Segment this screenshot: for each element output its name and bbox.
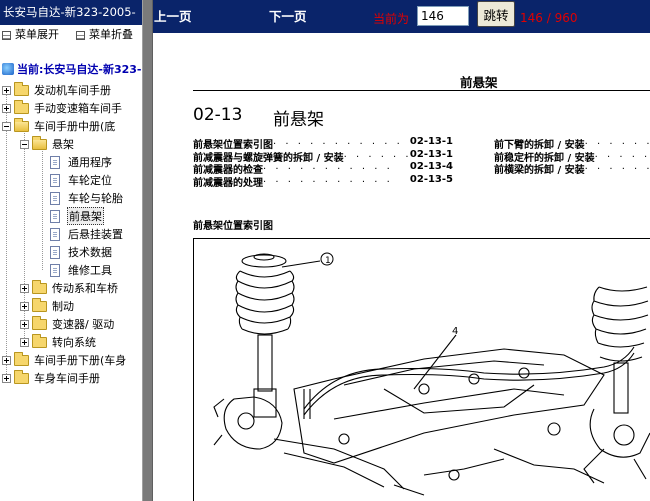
tree-item-label: 后悬挂装置 [68,228,123,241]
expand-plus-icon[interactable] [2,103,11,113]
tree-item-label: 车间手册下册(车身 [34,354,127,367]
menu-list-icon [76,30,85,40]
toc-dot-leader: . . . . . . . . [584,161,650,172]
globe-icon [2,62,14,75]
expand-plus-icon[interactable] [2,85,11,95]
tree-item-label: 发动机车间手册 [34,84,111,97]
document-page-icon [50,155,60,169]
navigation-bar: 上一页 下一页 当前为 跳转 146 / 960 [153,0,650,33]
expand-menu-button[interactable]: 菜单展开 [2,26,59,44]
tree-item-label: 车身车间手册 [34,372,100,385]
header-rule [193,90,650,91]
expand-plus-icon[interactable] [20,283,29,293]
toc-dot-leader: . . . . . . . . . . . [263,173,393,185]
tree-folder-item[interactable]: 悬架 [20,135,75,153]
tree-item-label: 维修工具 [68,264,112,277]
tree-page-item[interactable]: 车轮与轮胎 [38,189,124,207]
folder-icon [32,315,47,330]
tree-folder-item[interactable]: 变速器/ 驱动 [20,315,115,333]
tree-folder-item[interactable]: 转向系统 [20,333,97,351]
callout-number-1: 1 [325,256,331,266]
collapse-menu-button[interactable]: 菜单折叠 [76,26,133,44]
callout-number-4: 4 [452,326,458,337]
collapse-minus-icon[interactable] [2,121,11,131]
tree-folder-item[interactable]: 车间手册下册(车身 [2,351,127,369]
tree-folder-item[interactable]: 发动机车间手册 [2,81,112,99]
page-count: 146 / 960 [520,11,578,25]
folder-icon [32,297,47,312]
expand-plus-icon[interactable] [20,301,29,311]
expand-menu-label: 菜单展开 [15,28,59,41]
tree-page-item[interactable]: 后悬挂装置 [38,225,124,243]
document-page-icon [50,191,60,205]
tree-item-label: 技术数据 [68,246,112,259]
next-page-link[interactable]: 下一页 [269,6,307,25]
document-page-icon [50,173,60,187]
document-page-icon [50,245,60,259]
toc-entry[interactable]: 前减震器的处理 . . . . . . . . . . . 02-13-5 [193,174,453,189]
tree-folder-item[interactable]: 传动系和车桥 [20,279,119,297]
tree-folder-item[interactable]: 手动变速箱车间手 [2,99,123,117]
figure-caption: 前悬架位置索引图 [193,221,273,232]
tree-item-label: 制动 [52,300,74,313]
tree-item-label: 手动变速箱车间手 [34,102,122,115]
expand-plus-icon[interactable] [20,319,29,329]
tree-item-label: 车轮与轮胎 [68,192,123,205]
prev-page-link[interactable]: 上一页 [154,6,192,25]
folder-open-icon [32,135,47,150]
tree-folder-item[interactable]: 车间手册中册(底 [2,117,116,135]
tree-root[interactable]: 当前:长安马自达-新323- [0,60,142,77]
toc-entry-title: 前横梁的拆卸 / 安装 [494,165,585,176]
toc-entry[interactable]: 前横梁的拆卸 / 安装 . . . . . . . . [494,161,650,176]
toc-entry-page: 02-13-5 [409,173,453,185]
document-page-icon [50,263,60,277]
document-page: 前悬架 02-13 前悬架 前悬架位置索引图 . . . . . . . . .… [153,33,650,501]
tree-root-label: 当前:长安马自达-新323- [17,62,142,76]
expand-plus-icon[interactable] [20,337,29,347]
folder-open-icon [14,117,29,132]
folder-icon [14,81,29,96]
left-panel-title: 长安马自达-新323-2005- [0,0,142,25]
page-header: 前悬架 [460,75,498,90]
tree-page-item[interactable]: 通用程序 [38,153,113,171]
tree-page-item[interactable]: 前悬架 [38,207,104,225]
tree-guide-line [6,94,7,378]
collapse-minus-icon[interactable] [20,139,29,149]
tree-toolbar: 菜单展开 菜单折叠 [0,25,142,45]
document-page-icon [50,227,60,241]
page-number-input[interactable] [417,6,469,26]
jump-button[interactable]: 跳转 [477,1,515,27]
tree-folder-item[interactable]: 车身车间手册 [2,369,101,387]
current-page-label: 当前为 [373,12,410,26]
tree-item-label: 车间手册中册(底 [34,120,116,133]
panel-splitter[interactable] [142,0,153,501]
expand-plus-icon[interactable] [2,373,11,383]
tree-item-label: 前悬架 [67,207,104,225]
left-tree-panel: 长安马自达-新323-2005- 菜单展开 菜单折叠 当前:长安马自达-新323… [0,0,142,501]
expand-plus-icon[interactable] [2,355,11,365]
tree-item-label: 传动系和车桥 [52,282,118,295]
section-title: 前悬架 [273,110,324,130]
section-number: 02-13 [193,105,243,125]
tree-item-label: 通用程序 [68,156,112,169]
tree-page-item[interactable]: 技术数据 [38,243,113,261]
tree-folder-item[interactable]: 制动 [20,297,75,315]
folder-icon [32,333,47,348]
tree-page-item[interactable]: 车轮定位 [38,171,113,189]
folder-icon [14,369,29,384]
suspension-illustration: 1 4 [193,238,650,501]
tree-item-label: 转向系统 [52,336,96,349]
tree-item-label: 悬架 [52,138,74,151]
menu-list-icon [2,30,11,40]
tree-item-label: 车轮定位 [68,174,112,187]
toc-entry-title: 前减震器的处理 [193,177,263,189]
folder-icon [14,351,29,366]
suspension-diagram-icon: 1 4 [213,252,650,496]
document-page-icon [50,209,60,223]
folder-icon [14,99,29,114]
collapse-menu-label: 菜单折叠 [89,28,133,41]
tree-page-item[interactable]: 维修工具 [38,261,113,279]
tree-item-label: 变速器/ 驱动 [52,318,115,331]
folder-icon [32,279,47,294]
